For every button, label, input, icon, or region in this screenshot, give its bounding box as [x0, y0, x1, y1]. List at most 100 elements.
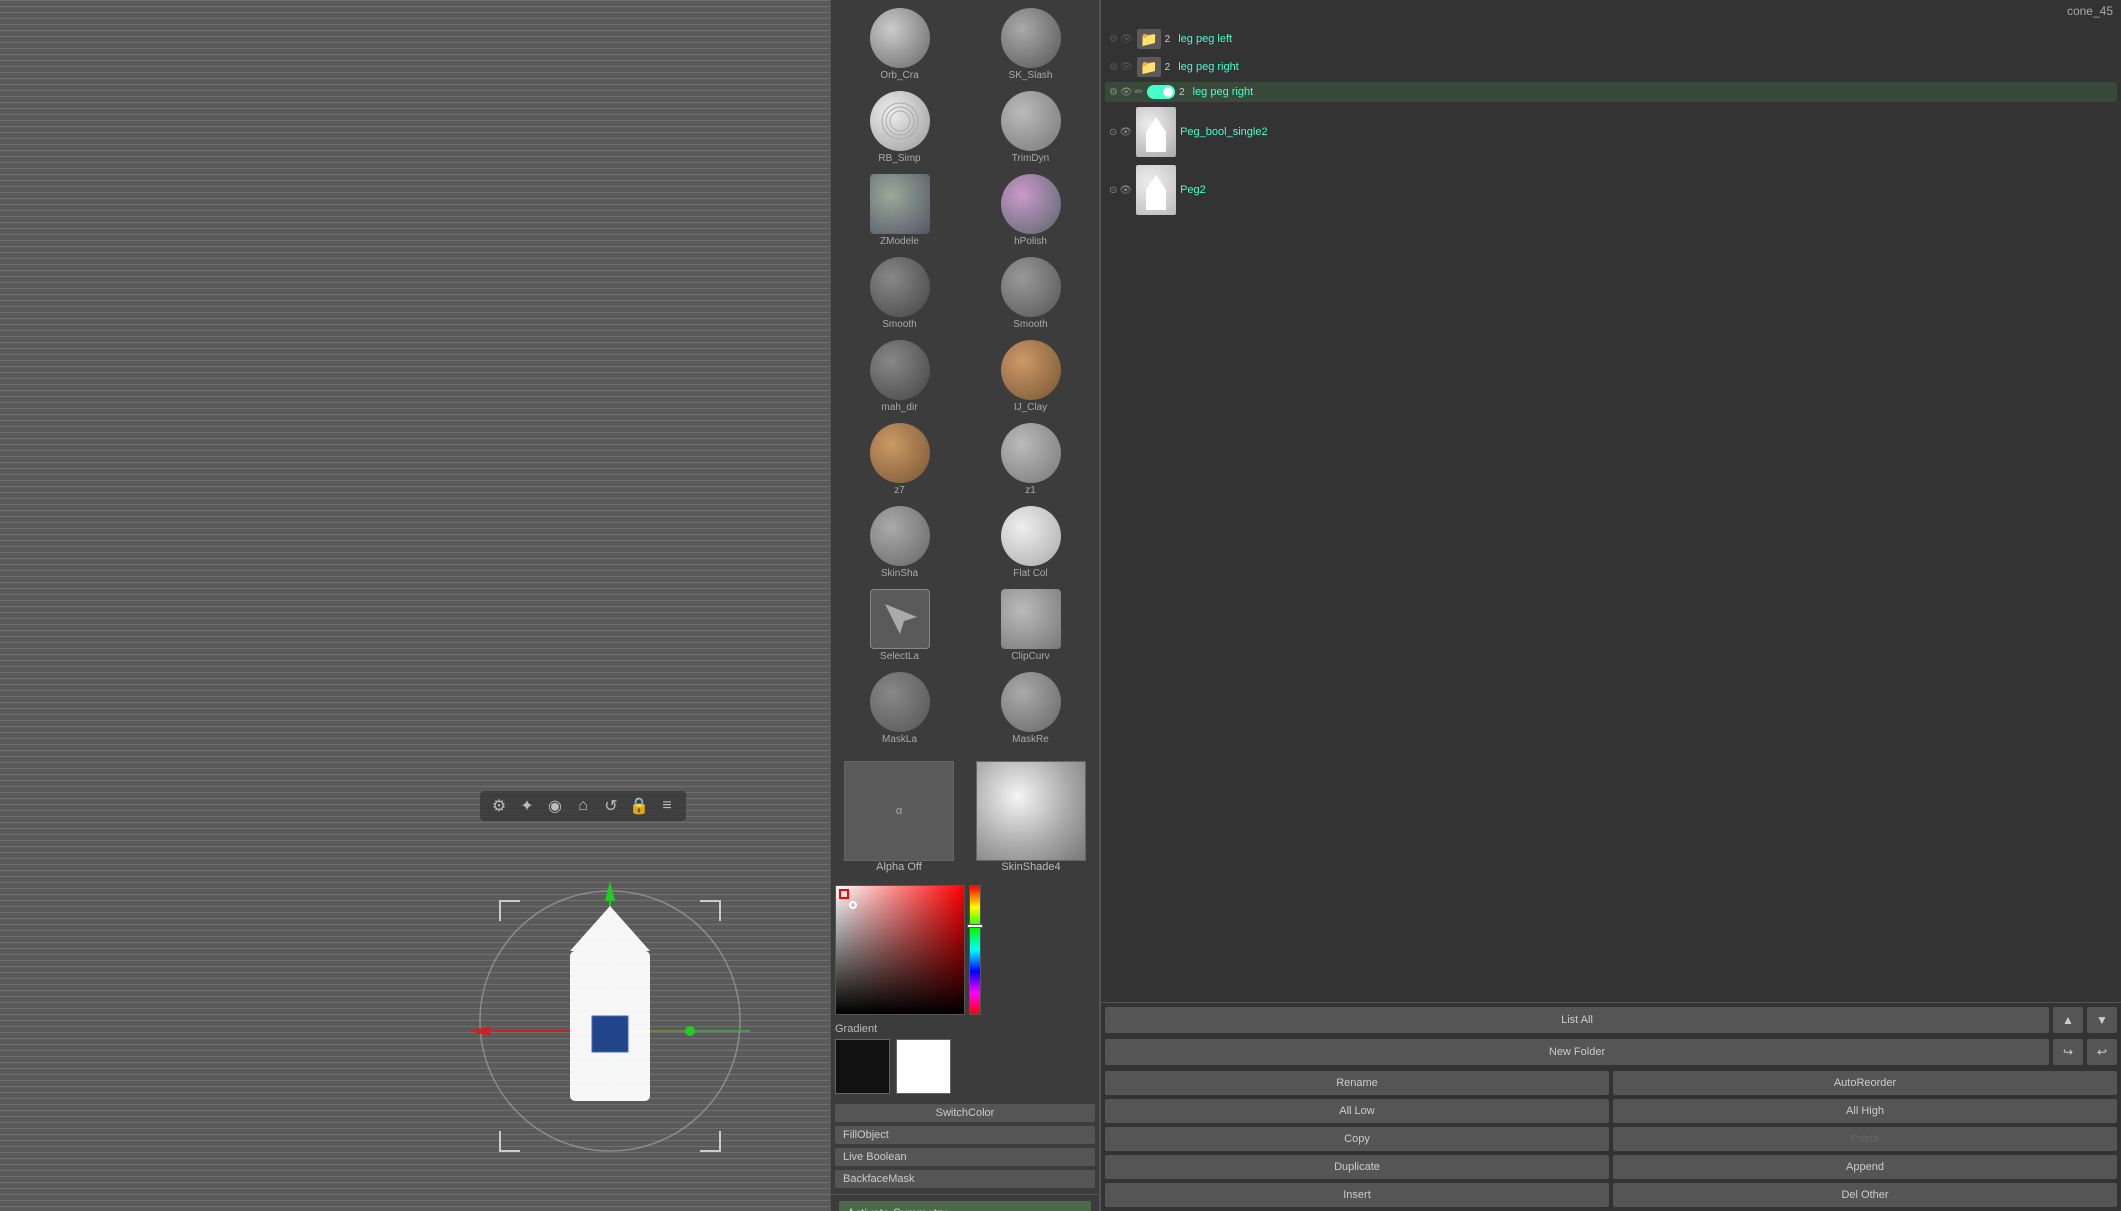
duplicate-button[interactable]: Duplicate — [1105, 1155, 1609, 1179]
brush-thumb-trim-dyn — [1001, 91, 1061, 151]
all-low-button[interactable]: All Low — [1105, 1099, 1609, 1123]
subtool-item-peg-bool[interactable]: ⊙ 👁 Peg_bool_single2 — [1105, 104, 2117, 160]
lock-icon[interactable]: 🔒 — [628, 795, 650, 817]
forward-button[interactable]: ↩ — [2087, 1039, 2117, 1065]
eye-icon-1[interactable]: 👁 — [1120, 34, 1133, 45]
brush-thumb-ij-clay — [1001, 340, 1061, 400]
cone-label: cone_45 — [1101, 0, 2121, 22]
brush-item-z7[interactable]: z7 — [835, 419, 964, 500]
gizmo-area[interactable] — [440, 821, 780, 1161]
arrow-up-button[interactable]: ▲ — [2053, 1007, 2083, 1033]
brush-item-mask-la[interactable]: MaskLa — [835, 668, 964, 749]
swatch-black[interactable] — [835, 1039, 890, 1094]
del-other-button[interactable]: Del Other — [1613, 1183, 2117, 1207]
subtool-item-peg2[interactable]: ⊙ 👁 Peg2 — [1105, 162, 2117, 218]
brush-label-trim-dyn: TrimDyn — [1012, 153, 1049, 164]
undo-icon[interactable]: ↺ — [600, 795, 622, 817]
subtool-count-2: 2 — [1165, 62, 1171, 73]
brush-label-clip-cur: ClipCurv — [1011, 651, 1049, 662]
brush-item-clip-cur[interactable]: ClipCurv — [966, 585, 1095, 666]
brush-thumb-rb-simp — [870, 91, 930, 151]
brush-item-mask-re[interactable]: MaskRe — [966, 668, 1095, 749]
brush-thumb-smooth2 — [1001, 257, 1061, 317]
paste-button[interactable]: Paste — [1613, 1127, 2117, 1151]
gear-icon-3[interactable]: ⚙ — [1109, 87, 1118, 98]
brush-item-hpolish[interactable]: hPolish — [966, 170, 1095, 251]
brush-thumb-mask-re — [1001, 672, 1061, 732]
fill-object-button[interactable]: FillObject — [835, 1126, 1095, 1144]
viewport[interactable]: ⚙ ✦ ◉ ⌂ ↺ 🔒 ≡ — [0, 0, 830, 1211]
folder-icon-2: 📁 — [1137, 57, 1161, 77]
location-icon[interactable]: ◉ — [544, 795, 566, 817]
color-cursor-2 — [849, 901, 857, 909]
subtool-thumb-peg-bool — [1136, 107, 1176, 157]
gear-icon-2[interactable]: ⚙ — [1109, 62, 1118, 73]
brush-thumb-smooth — [870, 257, 930, 317]
toggle-icon-5[interactable]: ⊙ — [1109, 185, 1117, 196]
pin-icon[interactable]: ✦ — [516, 795, 538, 817]
arrow-down-button[interactable]: ▼ — [2087, 1007, 2117, 1033]
switch-color-button[interactable]: SwitchColor — [835, 1104, 1095, 1122]
color-cursor — [839, 889, 849, 899]
eye-icon-4[interactable]: 👁 — [1119, 127, 1132, 138]
toggle-icon-4[interactable]: ⊙ — [1109, 127, 1117, 138]
new-folder-button[interactable]: New Folder — [1105, 1039, 2049, 1065]
color-field[interactable] — [835, 885, 965, 1015]
subtool-item-leg-peg-right2[interactable]: ⚙ 👁 ✏ 2 leg peg right — [1105, 82, 2117, 102]
brush-item-zmodel[interactable]: ZModele — [835, 170, 964, 251]
brush-item-sk-slash[interactable]: SK_Slash — [966, 4, 1095, 85]
subtool-list: ⚙ 👁 📁 2 leg peg left ⚙ 👁 📁 2 leg peg rig… — [1101, 22, 2121, 1002]
eye-icon-5[interactable]: 👁 — [1119, 185, 1132, 196]
subtool-name-peg2: Peg2 — [1180, 184, 2113, 196]
hue-marker — [967, 924, 983, 928]
subtool-item-leg-peg-left[interactable]: ⚙ 👁 📁 2 leg peg left — [1105, 26, 2117, 52]
home-icon[interactable]: ⌂ — [572, 795, 594, 817]
brush-item-mah-dir[interactable]: mah_dir — [835, 336, 964, 417]
layers-icon[interactable]: ≡ — [656, 795, 678, 817]
subtool-name-peg-bool: Peg_bool_single2 — [1180, 126, 2113, 138]
subtool-panel: cone_45 ⚙ 👁 📁 2 leg peg left ⚙ 👁 📁 2 leg… — [1100, 0, 2121, 1211]
brush-thumb-skinsha — [870, 506, 930, 566]
auto-reorder-button[interactable]: AutoReorder — [1613, 1071, 2117, 1095]
brush-thumb-mask-la — [870, 672, 930, 732]
brush-item-smooth2[interactable]: Smooth — [966, 253, 1095, 334]
list-all-button[interactable]: List All — [1105, 1007, 2049, 1033]
brush-label-select-la: SelectLa — [880, 651, 919, 662]
brush-item-smooth[interactable]: Smooth — [835, 253, 964, 334]
brush-item-flat-col[interactable]: Flat Col — [966, 502, 1095, 583]
append-button[interactable]: Append — [1613, 1155, 2117, 1179]
copy-button[interactable]: Copy — [1105, 1127, 1609, 1151]
gear-icon-1[interactable]: ⚙ — [1109, 34, 1118, 45]
redirect-button[interactable]: ↪ — [2053, 1039, 2083, 1065]
eye-icon-2[interactable]: 👁 — [1120, 62, 1133, 73]
brush-item-ij-clay[interactable]: IJ_Clay — [966, 336, 1095, 417]
rename-button[interactable]: Rename — [1105, 1071, 1609, 1095]
brush-label-hpolish: hPolish — [1014, 236, 1047, 247]
gradient-swatches — [835, 1039, 1095, 1094]
swatch-white[interactable] — [896, 1039, 951, 1094]
brush-item-trim-dyn[interactable]: TrimDyn — [966, 87, 1095, 168]
backface-mask-button[interactable]: BackfaceMask — [835, 1170, 1095, 1188]
activate-symmetry-button[interactable]: Activate Symmetry — [839, 1201, 1091, 1211]
brush-item-orb-cra[interactable]: Orb_Cra — [835, 4, 964, 85]
subtool-count-1: 2 — [1165, 34, 1171, 45]
material-section[interactable]: SkinShade4 — [967, 761, 1095, 873]
brush-item-rb-simp[interactable]: RB_Simp — [835, 87, 964, 168]
subtool-buttons-row1: List All ▲ ▼ — [1101, 1002, 2121, 1037]
hue-bar[interactable] — [969, 885, 981, 1015]
settings-icon[interactable]: ⚙ — [488, 795, 510, 817]
eye-icon-3[interactable]: 👁 — [1120, 87, 1133, 98]
all-high-button[interactable]: All High — [1613, 1099, 2117, 1123]
material-thumb — [976, 761, 1086, 861]
brush-label-smooth2: Smooth — [1013, 319, 1047, 330]
brush-item-skinsha[interactable]: SkinSha — [835, 502, 964, 583]
pencil-icon-3[interactable]: ✏ — [1135, 87, 1143, 98]
brush-item-select-la[interactable]: SelectLa — [835, 585, 964, 666]
subtool-item-leg-peg-right1[interactable]: ⚙ 👁 📁 2 leg peg right — [1105, 54, 2117, 80]
brush-label-mah-dir: mah_dir — [881, 402, 917, 413]
alpha-off-section[interactable]: α Alpha Off — [835, 761, 963, 873]
subtool-toggle-3[interactable] — [1147, 85, 1175, 99]
insert-button[interactable]: Insert — [1105, 1183, 1609, 1207]
brush-item-z1[interactable]: z1 — [966, 419, 1095, 500]
live-boolean-button[interactable]: Live Boolean — [835, 1148, 1095, 1166]
